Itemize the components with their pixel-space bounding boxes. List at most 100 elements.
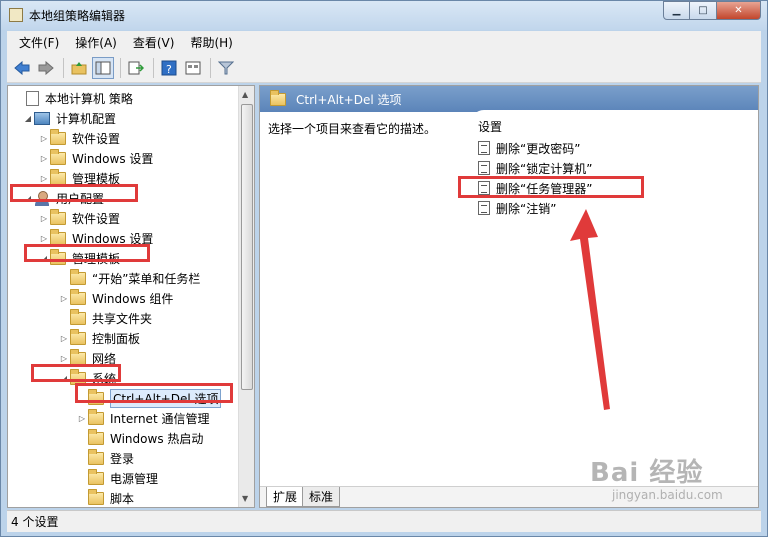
scroll-up-icon[interactable]: ▲ bbox=[242, 90, 248, 99]
menu-action[interactable]: 操作(A) bbox=[69, 34, 123, 51]
maximize-icon: □ bbox=[698, 5, 708, 16]
folder-icon bbox=[88, 488, 104, 505]
menu-file[interactable]: 文件(F) bbox=[13, 34, 65, 51]
list-item[interactable]: 删除“注销” bbox=[478, 198, 556, 218]
policy-document-icon bbox=[26, 90, 39, 106]
setting-icon bbox=[478, 201, 490, 215]
tree-item-label: 软件设置 bbox=[72, 211, 121, 226]
details-pane: Ctrl+Alt+Del 选项 选择一个项目来查看它的描述。 设置 删除“更改密… bbox=[259, 85, 759, 508]
filter-button[interactable] bbox=[215, 57, 237, 79]
tree-item[interactable]: 本地计算机 策略 bbox=[14, 88, 133, 108]
scroll-down-icon[interactable]: ▼ bbox=[242, 494, 248, 503]
tree-item[interactable]: ▷ 控制面板 bbox=[58, 328, 140, 348]
forward-arrow-icon bbox=[38, 60, 54, 75]
settings-column-header[interactable]: 设置 bbox=[478, 118, 502, 135]
properties-button[interactable] bbox=[182, 57, 204, 79]
tree-item-label: 软件设置 bbox=[72, 131, 121, 146]
list-item[interactable]: 删除“锁定计算机” bbox=[478, 158, 592, 178]
window-title: 本地组策略编辑器 bbox=[29, 9, 126, 23]
tree-item-label: 本地计算机 策略 bbox=[45, 91, 133, 106]
back-button[interactable] bbox=[11, 57, 33, 79]
help-icon: ? bbox=[161, 60, 177, 76]
folder-icon bbox=[270, 89, 286, 106]
collapsed-arrow-icon[interactable]: ▷ bbox=[38, 154, 50, 163]
status-text: 4 个设置 bbox=[11, 515, 59, 529]
toolbar-separator bbox=[153, 57, 154, 78]
folder-icon bbox=[88, 448, 104, 465]
toolbar-separator bbox=[63, 57, 64, 78]
folder-icon bbox=[70, 288, 86, 305]
export-icon bbox=[128, 61, 144, 74]
setting-label: 删除“锁定计算机” bbox=[496, 161, 593, 176]
tree-item[interactable]: “开始”菜单和任务栏 bbox=[58, 268, 200, 288]
annotation-arrow-icon bbox=[570, 209, 610, 410]
folder-icon bbox=[88, 408, 104, 425]
app-icon bbox=[9, 8, 23, 22]
tree-item[interactable]: ▷ 软件设置 bbox=[38, 128, 120, 148]
annotation-box-system bbox=[31, 364, 121, 382]
scroll-thumb[interactable] bbox=[241, 104, 253, 390]
collapsed-arrow-icon[interactable]: ▷ bbox=[38, 174, 50, 183]
collapsed-arrow-icon[interactable]: ▷ bbox=[38, 214, 50, 223]
list-item[interactable]: 删除“更改密码” bbox=[478, 138, 580, 158]
show-hide-tree-button[interactable] bbox=[92, 56, 114, 79]
setting-icon bbox=[478, 141, 490, 155]
expanded-arrow-icon[interactable]: ◢ bbox=[22, 114, 34, 123]
tree-item[interactable]: ▷ Internet 通信管理 bbox=[76, 408, 209, 428]
folder-icon bbox=[70, 268, 86, 285]
collapsed-arrow-icon[interactable]: ▷ bbox=[58, 334, 70, 343]
tree-item-label: 电源管理 bbox=[110, 471, 159, 486]
tree-item-label: 登录 bbox=[110, 451, 135, 466]
close-icon: ✕ bbox=[734, 5, 743, 16]
details-header: Ctrl+Alt+Del 选项 bbox=[260, 86, 758, 112]
tree-item-label: 控制面板 bbox=[92, 331, 141, 346]
tree-item[interactable]: ▷ Windows 设置 bbox=[38, 148, 153, 168]
tree-item[interactable]: 脚本 bbox=[76, 488, 135, 507]
collapsed-arrow-icon[interactable]: ▷ bbox=[58, 294, 70, 303]
status-bar: 4 个设置 bbox=[7, 510, 761, 532]
tree-item[interactable]: ◢ 计算机配置 bbox=[22, 108, 116, 128]
folder-icon bbox=[70, 348, 86, 365]
menu-view[interactable]: 查看(V) bbox=[127, 34, 181, 51]
tree-item[interactable]: ▷ 软件设置 bbox=[38, 208, 120, 228]
tab-extended[interactable]: 扩展 bbox=[266, 487, 305, 507]
setting-label: 删除“注销” bbox=[496, 201, 557, 216]
svg-text:?: ? bbox=[166, 63, 172, 76]
folder-icon bbox=[88, 428, 104, 445]
tree-item-label: Internet 通信管理 bbox=[110, 411, 210, 426]
tree-item[interactable]: ▷ Windows 组件 bbox=[58, 288, 173, 308]
collapsed-arrow-icon[interactable]: ▷ bbox=[38, 134, 50, 143]
menu-help[interactable]: 帮助(H) bbox=[184, 34, 238, 51]
tree-item[interactable]: 登录 bbox=[76, 448, 134, 468]
up-folder-button[interactable] bbox=[68, 57, 90, 79]
export-list-button[interactable] bbox=[125, 57, 147, 79]
title-bar[interactable]: 本地组策略编辑器 ▁ □ ✕ bbox=[1, 1, 767, 30]
maximize-button[interactable]: □ bbox=[690, 1, 717, 20]
description-text: 选择一个项目来查看它的描述。 bbox=[268, 122, 437, 136]
annotation-box-admin-templates bbox=[24, 244, 150, 262]
collapsed-arrow-icon[interactable]: ▷ bbox=[38, 234, 50, 243]
back-arrow-icon bbox=[14, 60, 30, 75]
close-button[interactable]: ✕ bbox=[717, 1, 761, 20]
tree-item[interactable]: 共享文件夹 bbox=[58, 308, 152, 328]
annotation-box-task-manager bbox=[458, 176, 644, 198]
help-button[interactable]: ? bbox=[158, 57, 180, 79]
folder-icon bbox=[88, 468, 104, 485]
tree-item-label: 共享文件夹 bbox=[92, 311, 153, 326]
collapsed-arrow-icon[interactable]: ▷ bbox=[76, 414, 88, 423]
minimize-button[interactable]: ▁ bbox=[663, 1, 690, 20]
collapsed-arrow-icon[interactable]: ▷ bbox=[58, 354, 70, 363]
folder-icon bbox=[50, 168, 66, 185]
tree-scrollbar[interactable]: ▲ ▼ bbox=[238, 86, 254, 507]
forward-button[interactable] bbox=[35, 57, 57, 79]
tree-item[interactable]: Windows 热启动 bbox=[76, 428, 203, 448]
tree-pane: 本地计算机 策略 ◢ 计算机配置 ▷ 软件设置 ▷ Windows 设置 ▷ 管理模板 ◢ 用户配置… bbox=[7, 85, 255, 508]
tree-item[interactable]: 电源管理 bbox=[76, 468, 158, 488]
setting-label: 删除“更改密码” bbox=[496, 141, 581, 156]
tree-item-label: Windows 热启动 bbox=[110, 431, 204, 446]
up-folder-icon bbox=[71, 61, 87, 74]
toolbar-separator bbox=[210, 57, 211, 78]
filter-icon bbox=[218, 61, 234, 74]
tree-item-label: 脚本 bbox=[110, 491, 135, 506]
tab-standard[interactable]: 标准 bbox=[302, 487, 341, 507]
